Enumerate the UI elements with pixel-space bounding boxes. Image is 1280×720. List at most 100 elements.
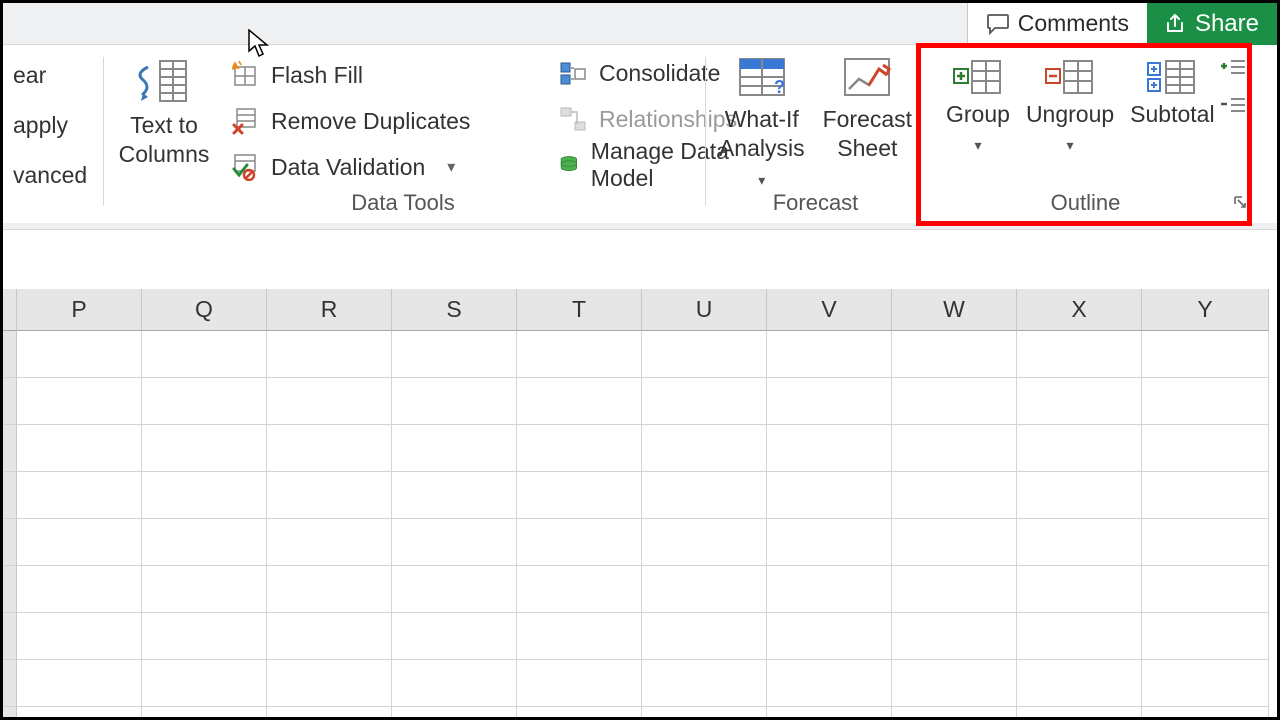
cell[interactable] bbox=[1142, 378, 1269, 425]
cell[interactable] bbox=[392, 378, 517, 425]
cell[interactable] bbox=[642, 425, 767, 472]
subtotal-button[interactable]: Subtotal bbox=[1130, 55, 1214, 129]
cell[interactable] bbox=[892, 472, 1017, 519]
cell[interactable] bbox=[517, 660, 642, 707]
cell[interactable] bbox=[642, 519, 767, 566]
cell[interactable] bbox=[392, 331, 517, 378]
column-header[interactable]: W bbox=[892, 289, 1017, 331]
cell[interactable] bbox=[517, 378, 642, 425]
cell[interactable] bbox=[767, 519, 892, 566]
advanced-button[interactable]: vanced bbox=[0, 157, 93, 193]
cell[interactable] bbox=[767, 613, 892, 660]
cell[interactable] bbox=[142, 707, 267, 717]
cell[interactable] bbox=[642, 660, 767, 707]
cell[interactable] bbox=[392, 519, 517, 566]
cell[interactable] bbox=[767, 707, 892, 717]
cell[interactable] bbox=[142, 566, 267, 613]
cell[interactable] bbox=[892, 707, 1017, 717]
cell[interactable] bbox=[17, 707, 142, 717]
ungroup-button[interactable]: Ungroup▾ bbox=[1026, 55, 1114, 156]
text-to-columns-button[interactable]: Text to Columns bbox=[113, 53, 215, 193]
clear-button[interactable]: ear bbox=[0, 57, 93, 93]
cell[interactable] bbox=[17, 472, 142, 519]
cell[interactable] bbox=[642, 378, 767, 425]
cell[interactable] bbox=[892, 613, 1017, 660]
cell[interactable] bbox=[267, 519, 392, 566]
cell[interactable] bbox=[1017, 660, 1142, 707]
cell[interactable] bbox=[517, 331, 642, 378]
cell[interactable] bbox=[517, 425, 642, 472]
cell[interactable] bbox=[17, 519, 142, 566]
cell[interactable] bbox=[892, 378, 1017, 425]
cell[interactable] bbox=[17, 566, 142, 613]
cell[interactable] bbox=[267, 378, 392, 425]
cell[interactable] bbox=[1142, 425, 1269, 472]
cell[interactable] bbox=[392, 707, 517, 717]
cell[interactable] bbox=[1142, 613, 1269, 660]
cell[interactable] bbox=[642, 331, 767, 378]
cell[interactable] bbox=[1017, 707, 1142, 717]
cell[interactable] bbox=[892, 660, 1017, 707]
cell[interactable] bbox=[17, 660, 142, 707]
cell[interactable] bbox=[142, 331, 267, 378]
cell[interactable] bbox=[17, 378, 142, 425]
cell[interactable] bbox=[392, 613, 517, 660]
row-header[interactable] bbox=[3, 331, 17, 378]
row-header[interactable] bbox=[3, 425, 17, 472]
cell[interactable] bbox=[892, 519, 1017, 566]
column-header[interactable]: R bbox=[267, 289, 392, 331]
cell[interactable] bbox=[1142, 519, 1269, 566]
cell[interactable] bbox=[267, 613, 392, 660]
reapply-button[interactable]: apply bbox=[0, 107, 93, 143]
cell[interactable] bbox=[1017, 472, 1142, 519]
row-header[interactable] bbox=[3, 378, 17, 425]
cell[interactable] bbox=[142, 472, 267, 519]
row-header[interactable] bbox=[3, 519, 17, 566]
cell[interactable] bbox=[517, 566, 642, 613]
cell[interactable] bbox=[767, 378, 892, 425]
cell[interactable] bbox=[1142, 707, 1269, 717]
column-header[interactable]: V bbox=[767, 289, 892, 331]
cell[interactable] bbox=[1142, 331, 1269, 378]
cell[interactable] bbox=[892, 425, 1017, 472]
comments-button[interactable]: Comments bbox=[967, 3, 1147, 45]
cell[interactable] bbox=[767, 472, 892, 519]
row-header[interactable] bbox=[3, 566, 17, 613]
cell[interactable] bbox=[142, 660, 267, 707]
share-button[interactable]: Share bbox=[1147, 3, 1277, 45]
cell[interactable] bbox=[642, 613, 767, 660]
cell[interactable] bbox=[392, 660, 517, 707]
column-header[interactable]: Q bbox=[142, 289, 267, 331]
cell[interactable] bbox=[517, 707, 642, 717]
cell[interactable] bbox=[142, 519, 267, 566]
what-if-analysis-button[interactable]: ? What-If Analysis ▾ bbox=[719, 55, 805, 191]
cell[interactable] bbox=[767, 660, 892, 707]
cell[interactable] bbox=[892, 566, 1017, 613]
cell[interactable] bbox=[1142, 566, 1269, 613]
cell[interactable] bbox=[642, 566, 767, 613]
cell[interactable] bbox=[392, 472, 517, 519]
column-header[interactable]: X bbox=[1017, 289, 1142, 331]
group-button[interactable]: Group▾ bbox=[946, 55, 1010, 156]
cell[interactable] bbox=[17, 425, 142, 472]
cell[interactable] bbox=[17, 331, 142, 378]
cell[interactable] bbox=[892, 331, 1017, 378]
cell[interactable] bbox=[1017, 519, 1142, 566]
cell[interactable] bbox=[267, 472, 392, 519]
cell[interactable] bbox=[267, 425, 392, 472]
cell[interactable] bbox=[767, 425, 892, 472]
cell[interactable] bbox=[267, 660, 392, 707]
hide-detail-icon[interactable] bbox=[1221, 95, 1247, 115]
cell[interactable] bbox=[1017, 331, 1142, 378]
cell[interactable] bbox=[1142, 660, 1269, 707]
cell[interactable] bbox=[767, 566, 892, 613]
row-header[interactable] bbox=[3, 707, 17, 717]
grid[interactable] bbox=[3, 331, 1277, 717]
cell[interactable] bbox=[1017, 425, 1142, 472]
cell[interactable] bbox=[142, 378, 267, 425]
column-header[interactable]: S bbox=[392, 289, 517, 331]
row-header[interactable] bbox=[3, 472, 17, 519]
cell[interactable] bbox=[767, 331, 892, 378]
cell[interactable] bbox=[642, 707, 767, 717]
forecast-sheet-button[interactable]: Forecast Sheet bbox=[823, 55, 912, 191]
